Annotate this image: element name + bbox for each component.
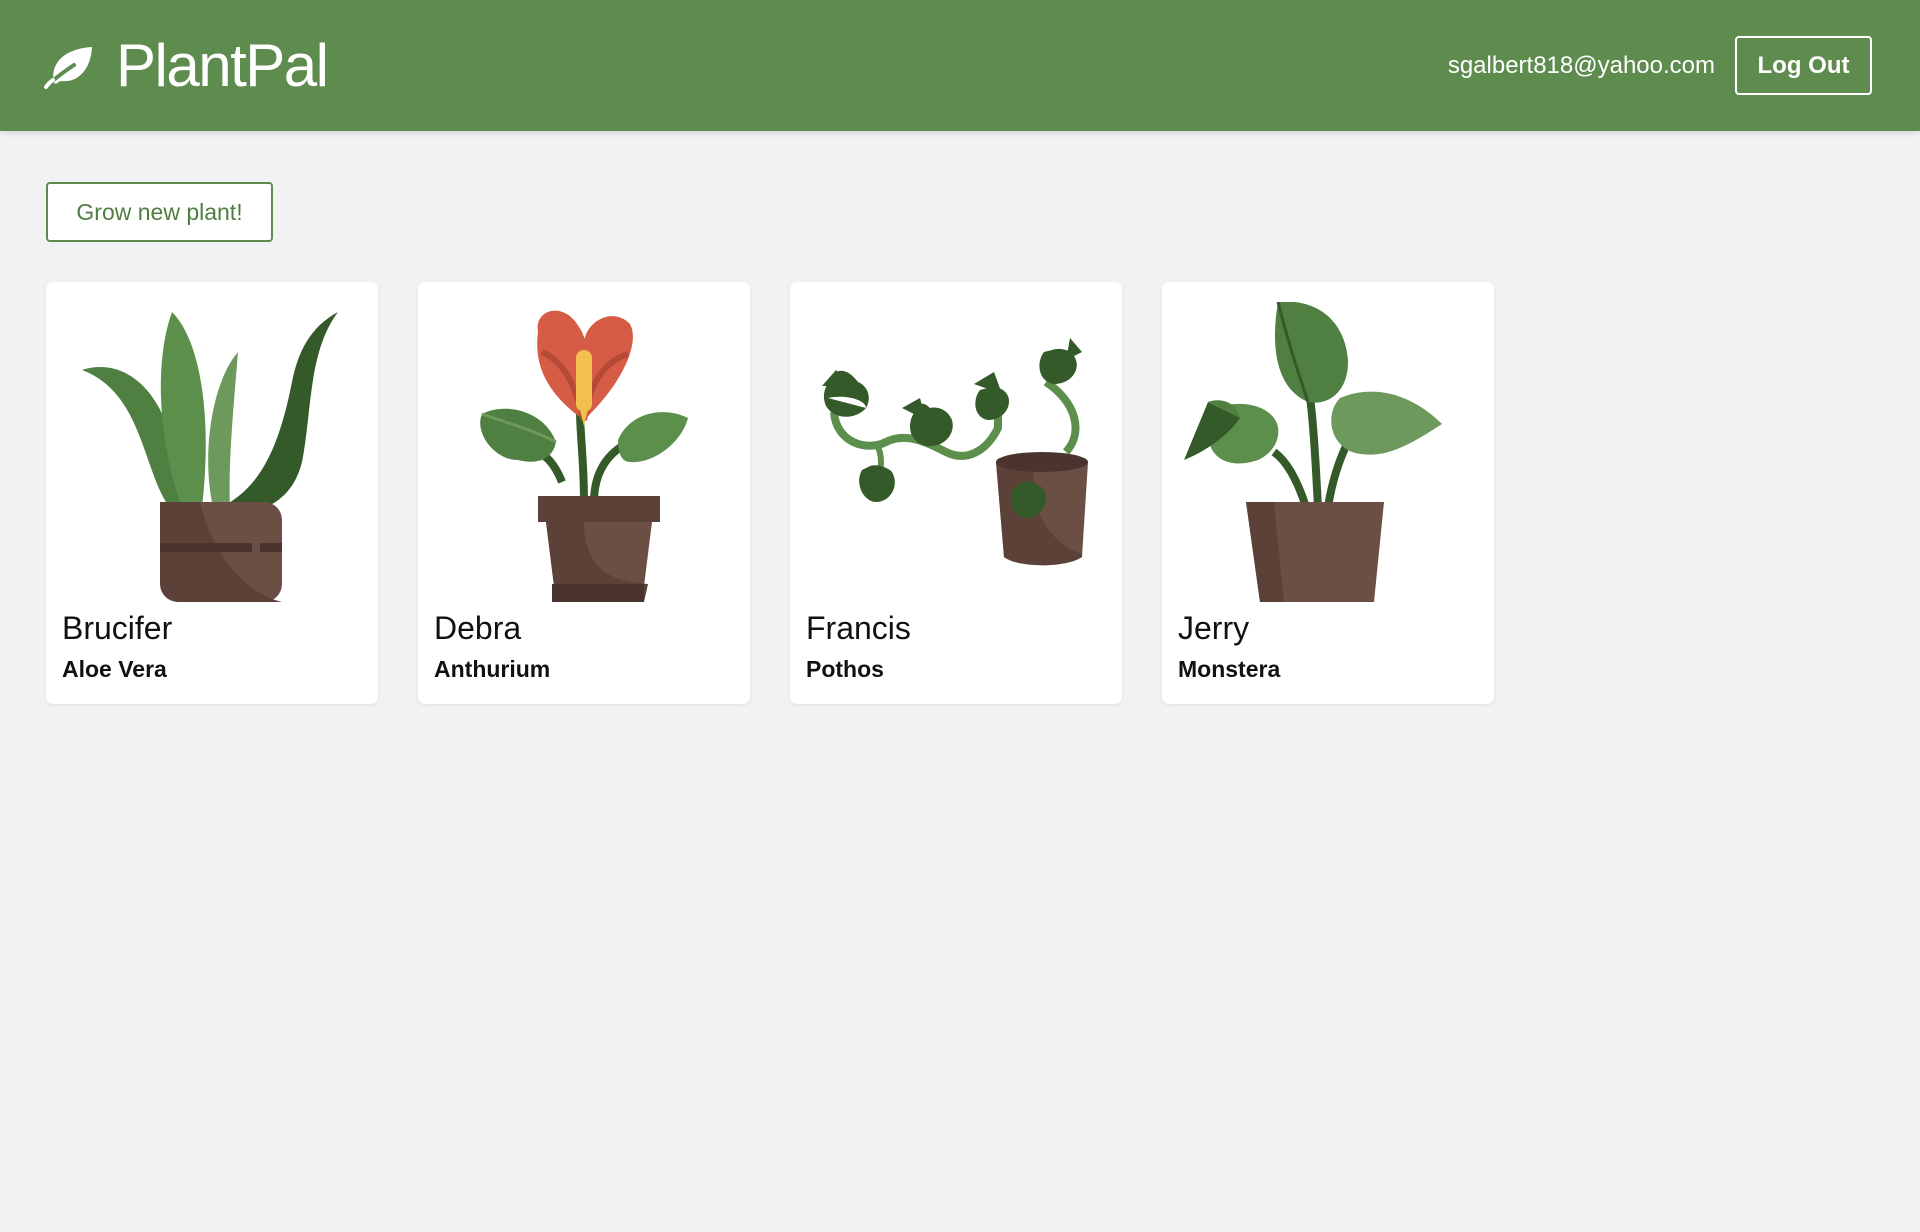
aloe-vera-icon <box>62 302 362 602</box>
plant-species: Monstera <box>1178 656 1281 682</box>
plant-name: Jerry <box>1178 610 1250 646</box>
plant-name: Francis <box>806 610 911 646</box>
plant-name: Brucifer <box>62 610 173 646</box>
plant-name: Debra <box>434 610 522 646</box>
plant-species: Pothos <box>806 656 884 682</box>
monstera-icon <box>1178 301 1478 602</box>
user-email: sgalbert818@yahoo.com <box>1447 51 1715 79</box>
plant-card-debra[interactable]: Debra Anthurium <box>418 282 750 704</box>
leaf-icon <box>44 46 92 89</box>
logout-button[interactable]: Log Out <box>1735 36 1872 95</box>
plant-card-francis[interactable]: Francis Pothos <box>790 282 1122 704</box>
brand-name: PlantPal <box>116 31 329 99</box>
plant-grid: Brucifer Aloe Vera Debra Anthurium Franc… <box>46 282 1874 704</box>
grow-new-plant-button[interactable]: Grow new plant! <box>46 182 273 242</box>
pothos-icon <box>806 302 1106 602</box>
plant-species: Aloe Vera <box>62 656 167 682</box>
main-content: Grow new plant! Brucifer Aloe Vera Debra… <box>0 131 1920 704</box>
anthurium-icon <box>434 302 734 602</box>
plant-card-brucifer[interactable]: Brucifer Aloe Vera <box>46 282 378 704</box>
user-area: sgalbert818@yahoo.com Log Out <box>1448 36 1872 95</box>
brand[interactable]: PlantPal <box>44 31 329 99</box>
plant-species: Anthurium <box>434 656 551 682</box>
plant-card-jerry[interactable]: Jerry Monstera <box>1162 282 1494 704</box>
top-header: PlantPal sgalbert818@yahoo.com Log Out <box>0 0 1920 131</box>
